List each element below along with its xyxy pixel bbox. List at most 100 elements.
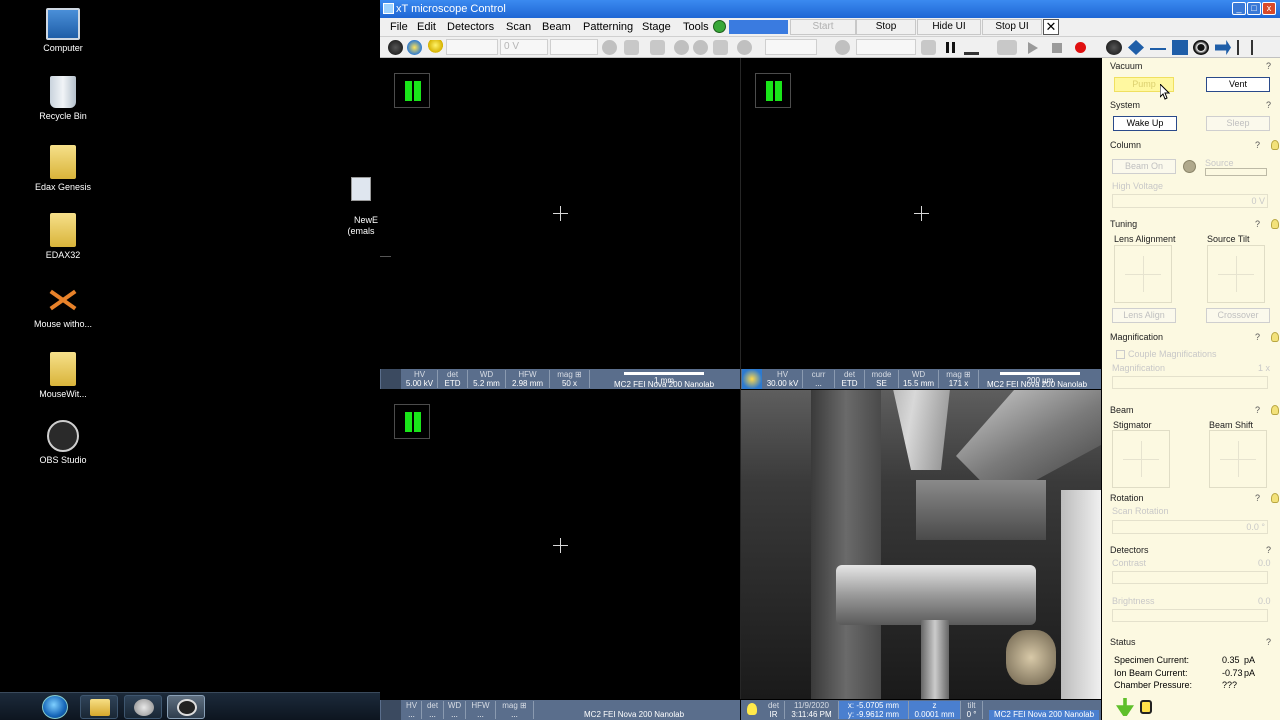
vent-button[interactable]: Vent	[1206, 77, 1270, 92]
menu-file[interactable]: File	[390, 21, 408, 33]
start-button[interactable]	[42, 695, 68, 719]
high-voltage-field[interactable]: 0 V	[1112, 194, 1268, 208]
desktop-icon-mouse-without-borders[interactable]: Mouse witho...	[25, 284, 101, 330]
close-ui-icon[interactable]: ✕	[1043, 19, 1059, 35]
taskbar-explorer[interactable]	[80, 695, 118, 719]
timer-icon[interactable]	[835, 40, 850, 55]
scan-rotation-field[interactable]: 0.0 °	[1112, 520, 1268, 534]
menu-beam[interactable]: Beam	[542, 21, 571, 33]
help-icon[interactable]: ?	[1255, 405, 1260, 415]
desktop-icon-label: NewE (emals	[347, 215, 379, 236]
play-icon[interactable]	[1028, 42, 1038, 54]
stop-icon[interactable]	[1052, 43, 1062, 53]
lightbulb-icon[interactable]	[1271, 219, 1279, 229]
source-tilt-pad[interactable]	[1207, 245, 1265, 303]
snapshot-icon[interactable]	[964, 43, 979, 55]
contrast-slider[interactable]	[1112, 571, 1268, 584]
sleep-button[interactable]: Sleep	[1206, 116, 1270, 131]
menu-detectors[interactable]: Detectors	[447, 21, 494, 33]
brightness-slider[interactable]	[1112, 609, 1268, 622]
databar-mode: mode SE	[865, 370, 899, 388]
lens-align-button[interactable]: Lens Align	[1112, 308, 1176, 323]
alignments-tab-icon[interactable]	[1237, 40, 1253, 55]
beam-control-tab-icon[interactable]	[1106, 40, 1122, 55]
quad-2-databar: HV 30.00 kV curr... det ETD mode SE WD 15.5 …	[741, 369, 1101, 389]
grab-frame-icon[interactable]	[997, 40, 1017, 55]
focus-icon[interactable]	[737, 40, 752, 55]
contrast-icon[interactable]	[674, 40, 689, 55]
crossover-button[interactable]: Crossover	[1206, 308, 1270, 323]
help-icon[interactable]: ?	[1266, 637, 1271, 647]
desktop-icon-partial[interactable]: NewE (emals	[338, 155, 384, 248]
beam-on-button[interactable]: Beam On	[1112, 159, 1176, 174]
gis-tab-icon[interactable]	[1215, 40, 1231, 55]
menu-stage[interactable]: Stage	[642, 21, 671, 33]
taskbar-obs[interactable]	[167, 695, 205, 719]
camera-icon[interactable]	[921, 40, 936, 55]
chamber-camera-view[interactable]	[741, 390, 1101, 699]
navigation-tab-icon[interactable]	[1128, 40, 1144, 55]
taskbar-microscope[interactable]	[124, 695, 162, 719]
lightbulb-icon[interactable]	[1271, 405, 1279, 415]
databar-hfw: HFW 2.98 mm	[506, 370, 550, 388]
quad-1-view[interactable]	[380, 58, 740, 368]
stop-ui-button[interactable]: Stop UI	[982, 19, 1042, 35]
patterning-tab-icon[interactable]	[1172, 40, 1188, 55]
source-bar[interactable]	[1205, 168, 1267, 176]
brightness-icon[interactable]	[693, 40, 708, 55]
wake-up-button[interactable]: Wake Up	[1113, 116, 1177, 131]
pause-icon[interactable]	[943, 40, 958, 55]
desktop-icon-computer[interactable]: Computer	[25, 8, 101, 54]
scan-mode-icon[interactable]	[713, 40, 728, 55]
record-icon[interactable]	[1075, 42, 1086, 53]
eye-tab-icon[interactable]	[1193, 40, 1209, 55]
help-icon[interactable]: ?	[1266, 100, 1271, 110]
beam-shift-pad[interactable]	[1209, 430, 1267, 488]
center-cross-icon	[914, 206, 929, 221]
lightbulb-icon[interactable]	[1271, 140, 1279, 150]
lightbulb-icon[interactable]	[1271, 493, 1279, 503]
maximize-button[interactable]: □	[1247, 2, 1261, 15]
desktop-icon-edax32[interactable]: EDAX32	[25, 213, 101, 261]
stop-button[interactable]: Stop	[856, 19, 916, 35]
quad-2-view[interactable]	[741, 58, 1101, 368]
specimen-current-unit: pA	[1244, 655, 1256, 665]
desktop-icon-mousewit[interactable]: MouseWit...	[25, 352, 101, 400]
hv-field[interactable]: 0 V	[500, 39, 548, 55]
ion-beam-icon[interactable]	[407, 40, 422, 55]
menu-scan[interactable]: Scan	[506, 21, 531, 33]
desktop-icon-obs-studio[interactable]: OBS Studio	[25, 420, 101, 466]
toolbar-field-4[interactable]	[765, 39, 817, 55]
desktop-icon-recycle-bin[interactable]: Recycle Bin	[25, 76, 101, 122]
lightbulb-icon[interactable]	[1271, 332, 1279, 342]
menu-patterning[interactable]: Patterning	[583, 21, 633, 33]
menu-edit[interactable]: Edit	[417, 21, 436, 33]
minimize-button[interactable]: _	[1232, 2, 1246, 15]
menu-tools[interactable]: Tools	[683, 21, 709, 33]
toolbar-field-3[interactable]	[550, 39, 598, 55]
toolbar-field-5[interactable]	[856, 39, 916, 55]
help-icon[interactable]: ?	[1266, 61, 1271, 71]
desktop-icon-edax-genesis[interactable]: Edax Genesis	[25, 145, 101, 193]
zoom-icon[interactable]	[624, 40, 639, 55]
stigmator-pad[interactable]	[1112, 430, 1170, 488]
lightbulb-icon[interactable]	[428, 40, 443, 55]
toolbar-field-1[interactable]	[446, 39, 498, 55]
help-icon[interactable]: ?	[1255, 219, 1260, 229]
help-icon[interactable]: ?	[1255, 493, 1260, 503]
lens-alignment-pad[interactable]	[1114, 245, 1172, 303]
close-window-button[interactable]: x	[1262, 2, 1276, 15]
quad-3-view[interactable]	[380, 390, 740, 699]
center-cross-icon	[553, 206, 568, 221]
help-icon[interactable]: ?	[1266, 545, 1271, 555]
couple-magnifications-checkbox[interactable]	[1116, 350, 1125, 359]
start-button[interactable]: Start	[790, 19, 856, 35]
crosshair-icon[interactable]	[602, 40, 617, 55]
stage-icon[interactable]	[650, 40, 665, 55]
electron-beam-icon[interactable]	[388, 40, 403, 55]
help-icon[interactable]: ?	[1255, 332, 1260, 342]
magnification-slider[interactable]	[1112, 376, 1268, 389]
signal-tab-icon[interactable]	[1150, 40, 1166, 50]
help-icon[interactable]: ?	[1255, 140, 1260, 150]
hide-ui-button[interactable]: Hide UI	[917, 19, 981, 35]
